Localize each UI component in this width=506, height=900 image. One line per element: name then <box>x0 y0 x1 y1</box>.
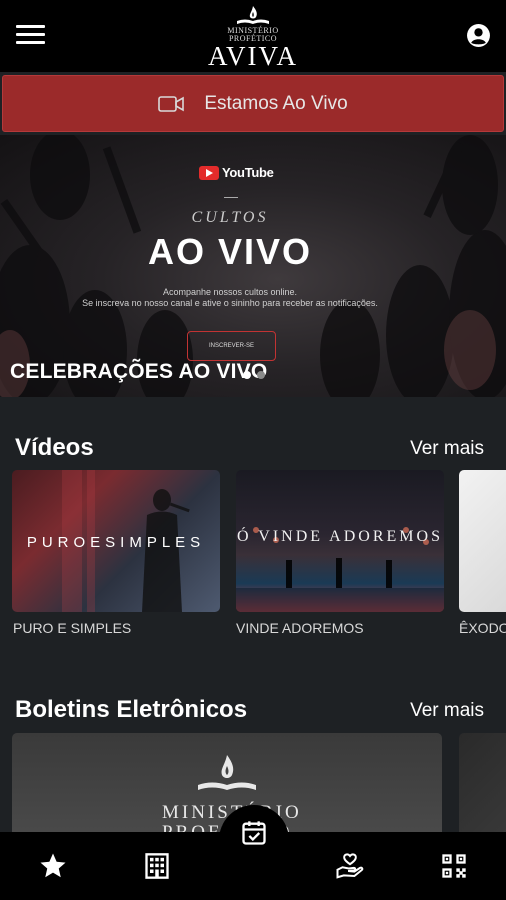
aviva-logo: MINISTÉRIO PROFÉTICO AVIVA <box>203 5 303 71</box>
star-icon <box>40 853 66 878</box>
videos-section-title: Vídeos <box>15 434 94 461</box>
carousel-dots <box>243 371 265 379</box>
video-card-puro-e-simples[interactable]: PUROESIMPLES <box>12 470 220 612</box>
youtube-play-icon <box>199 165 219 180</box>
calendar-check-icon <box>242 821 266 845</box>
hand-heart-icon <box>336 853 364 879</box>
qr-code-icon <box>442 854 466 878</box>
youtube-logo: YouTube <box>199 165 274 180</box>
hero-subtitle-1: Acompanhe nossos cultos online. <box>162 287 298 297</box>
flame-book-icon <box>237 6 269 24</box>
youtube-wordmark: YouTube <box>222 165 274 180</box>
bulletins-see-more-link[interactable]: Ver mais <box>410 700 484 722</box>
video-card-vinde-adoremos[interactable]: Ó VINDE ADOREMOS <box>236 470 444 612</box>
carousel-dot-2[interactable] <box>257 371 265 379</box>
flame-book-icon <box>198 755 256 790</box>
video-title: PURO E SIMPLES <box>13 620 132 636</box>
hero-carousel[interactable]: YouTube CULTOS AO VIVO Acompanhe nossos … <box>0 135 506 397</box>
building-icon <box>145 853 169 879</box>
bulletin-card[interactable] <box>459 733 506 843</box>
hero-subtitle-2: Se inscreva no nosso canal e ative o sin… <box>82 298 378 308</box>
nav-donate[interactable] <box>330 848 370 884</box>
nav-favorites[interactable] <box>33 848 73 884</box>
live-now-button[interactable]: Estamos Ao Vivo <box>2 75 504 132</box>
video-art-text: Ó VINDE ADOREMOS <box>237 528 443 545</box>
video-title: VINDE ADOREMOS <box>236 620 364 636</box>
hero-title: AO VIVO <box>147 231 313 272</box>
bulletins-section-title: Boletins Eletrônicos <box>15 696 248 723</box>
video-card-exodo[interactable] <box>459 470 506 612</box>
video-art-text: PUROESIMPLES <box>26 534 206 551</box>
subscribe-button[interactable]: INSCREVER-SE <box>187 331 276 361</box>
carousel-dot-1[interactable] <box>243 371 251 379</box>
logo-name: AVIVA <box>207 41 299 71</box>
nav-qr[interactable] <box>434 848 474 884</box>
account-circle-icon[interactable] <box>466 23 491 48</box>
nav-church[interactable] <box>137 848 177 884</box>
video-title: ÊXODO <box>459 620 506 636</box>
videos-see-more-link[interactable]: Ver mais <box>410 438 484 460</box>
hero-kicker: CULTOS <box>191 209 269 226</box>
video-camera-icon <box>158 95 185 112</box>
live-now-label: Estamos Ao Vivo <box>204 92 348 114</box>
hamburger-icon[interactable] <box>16 25 45 45</box>
nav-schedule[interactable] <box>219 805 289 875</box>
divider <box>224 197 238 198</box>
hero-caption: CELEBRAÇÕES AO VIVO <box>10 360 268 383</box>
top-app-bar: MINISTÉRIO PROFÉTICO AVIVA <box>0 0 506 72</box>
